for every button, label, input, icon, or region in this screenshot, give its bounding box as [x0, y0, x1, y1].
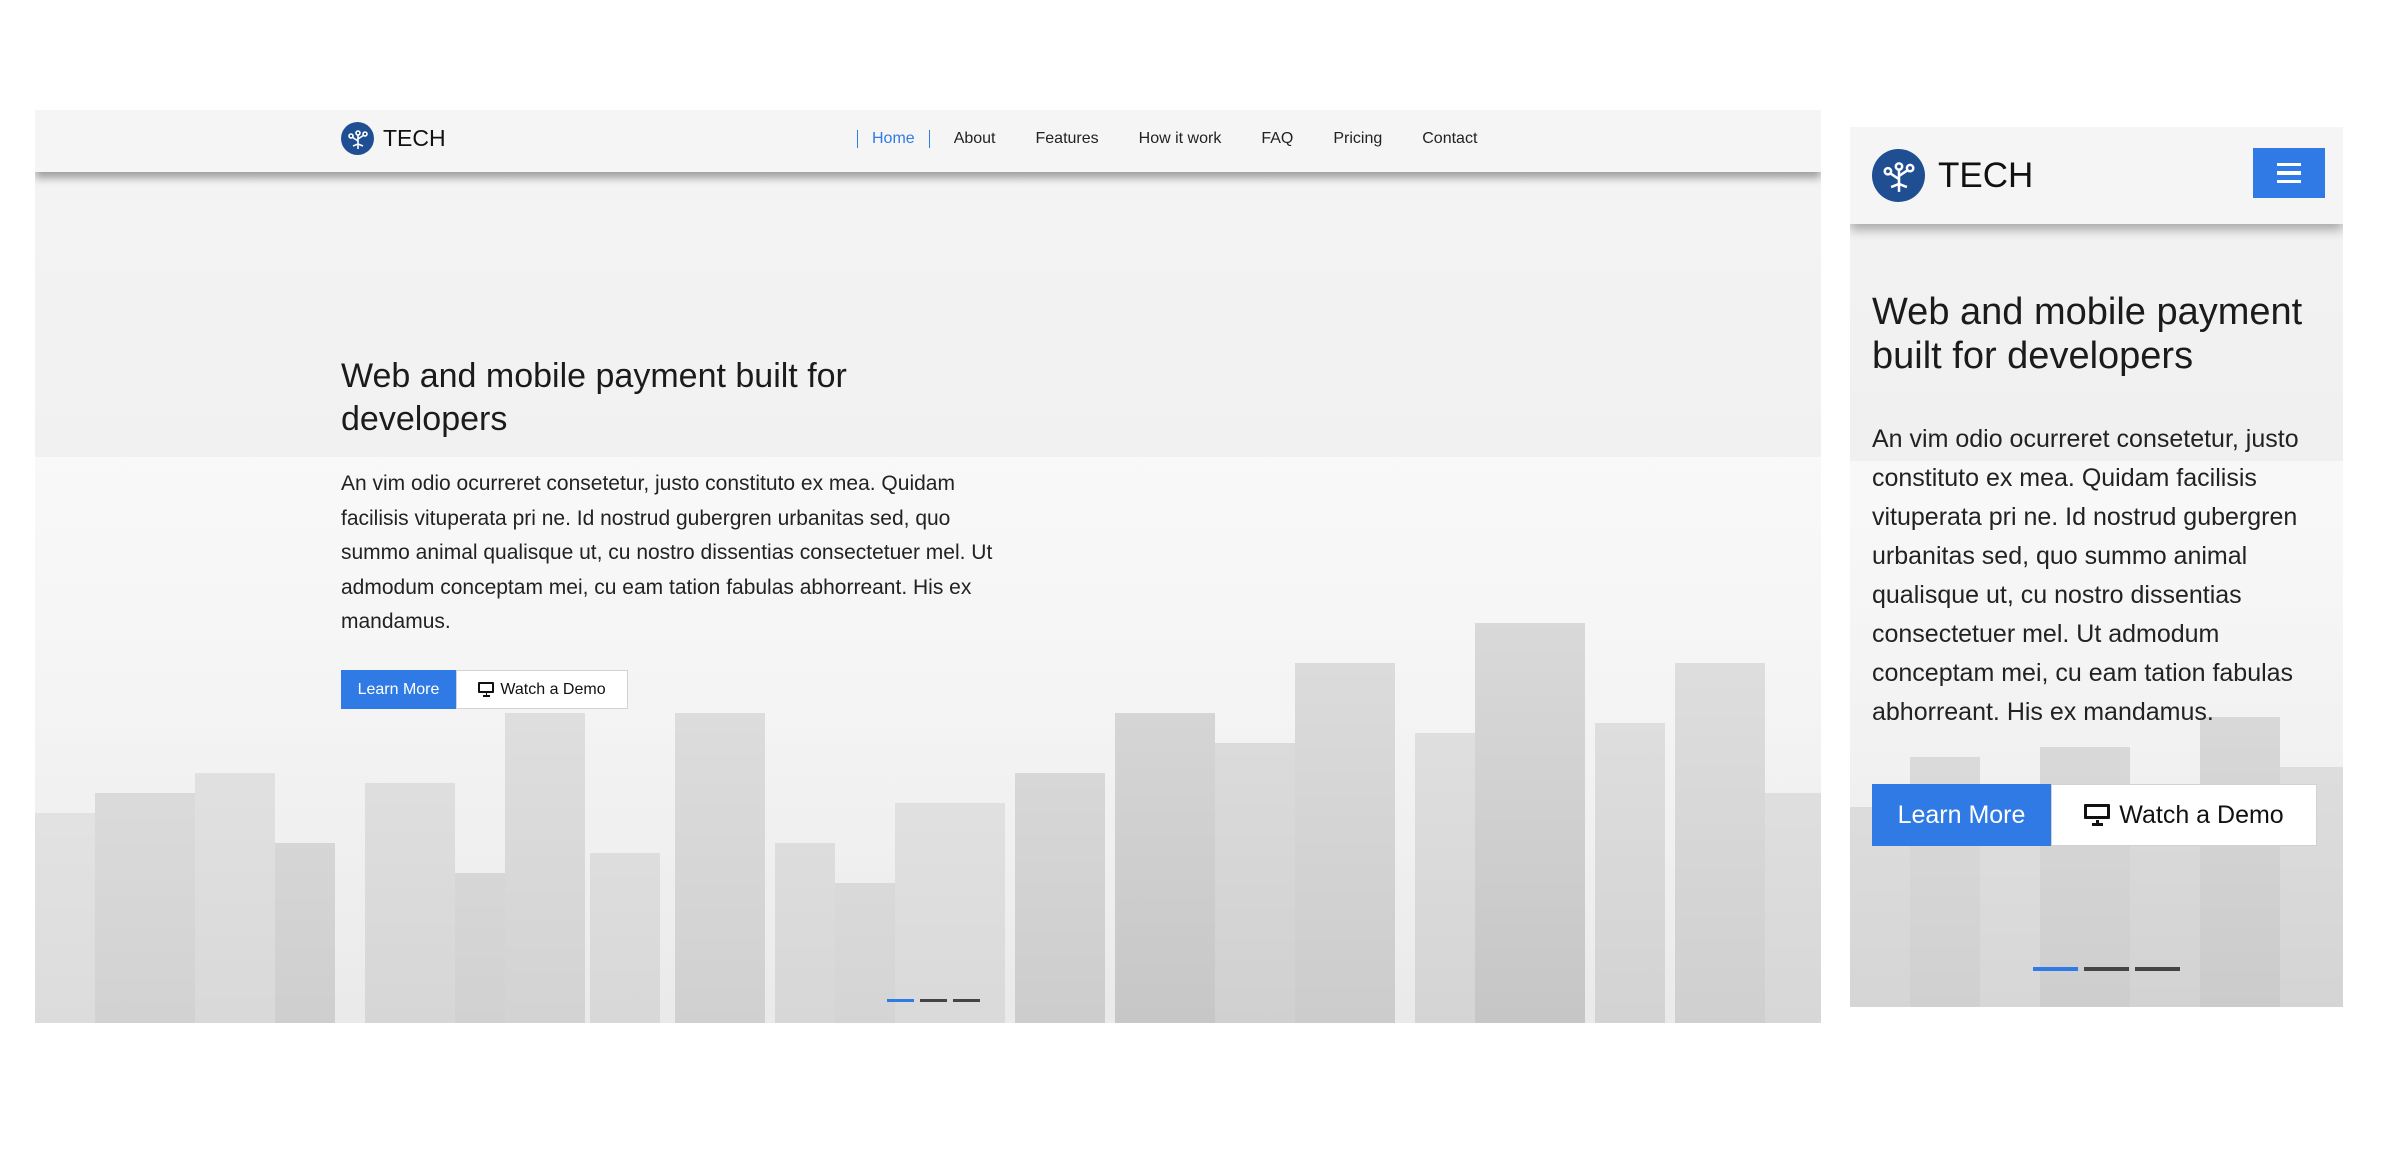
carousel-indicator-3[interactable] — [953, 999, 980, 1002]
monitor-icon — [478, 682, 495, 697]
desktop-preview: TECH Home About Features How it work FAQ… — [35, 110, 1821, 1023]
hero-text: An vim odio ocurreret consetetur, justo … — [1872, 425, 2299, 726]
nav-item-how-it-work[interactable]: How it work — [1139, 130, 1222, 148]
hero-title: Web and mobile payment built for develop… — [341, 357, 847, 438]
brand[interactable]: TECH — [341, 122, 446, 155]
mobile-preview: TECH Web and mobile payment built for de… — [1850, 127, 2343, 1007]
hero-text: An vim odio ocurreret consetetur, justo … — [341, 472, 993, 633]
circuit-tree-icon — [341, 122, 374, 155]
watch-demo-button[interactable]: Watch a Demo — [456, 670, 628, 709]
navbar: TECH — [1850, 127, 2343, 224]
watch-demo-label: Watch a Demo — [500, 680, 606, 698]
carousel-indicators — [887, 999, 986, 1002]
nav-item-faq[interactable]: FAQ — [1261, 130, 1293, 148]
navbar: TECH Home About Features How it work FAQ… — [35, 110, 1821, 172]
nav-item-features[interactable]: Features — [1036, 130, 1099, 148]
carousel-indicator-1[interactable] — [2033, 967, 2078, 971]
monitor-icon — [2084, 804, 2111, 826]
watch-demo-label: Watch a Demo — [2119, 800, 2284, 829]
hero-buttons: Learn More Watch a Demo — [341, 670, 628, 709]
carousel-indicators — [2033, 967, 2186, 971]
hamburger-menu-icon[interactable] — [2253, 148, 2325, 198]
brand-name: TECH — [383, 125, 446, 151]
carousel-indicator-2[interactable] — [920, 999, 947, 1002]
carousel-indicator-3[interactable] — [2135, 967, 2180, 971]
nav-item-contact[interactable]: Contact — [1422, 130, 1477, 148]
nav-item-home[interactable]: Home — [857, 130, 930, 148]
nav-item-about[interactable]: About — [954, 130, 996, 148]
watch-demo-button[interactable]: Watch a Demo — [2051, 784, 2317, 846]
carousel-indicator-2[interactable] — [2084, 967, 2129, 971]
nav-item-pricing[interactable]: Pricing — [1333, 130, 1382, 148]
learn-more-button[interactable]: Learn More — [1872, 784, 2051, 846]
learn-more-label: Learn More — [1897, 800, 2026, 829]
brand[interactable]: TECH — [1872, 149, 2033, 202]
hero: Web and mobile payment built for develop… — [341, 355, 1011, 640]
brand-name: TECH — [1938, 155, 2034, 195]
learn-more-button[interactable]: Learn More — [341, 670, 456, 709]
hero: Web and mobile payment built for develop… — [1872, 290, 2332, 732]
circuit-tree-icon — [1872, 149, 1925, 202]
hero-title: Web and mobile payment built for develop… — [1872, 291, 2303, 377]
nav-links: Home About Features How it work FAQ Pric… — [857, 130, 1517, 148]
hero-buttons: Learn More Watch a Demo — [1872, 784, 2317, 846]
carousel-indicator-1[interactable] — [887, 999, 914, 1002]
learn-more-label: Learn More — [357, 680, 440, 698]
